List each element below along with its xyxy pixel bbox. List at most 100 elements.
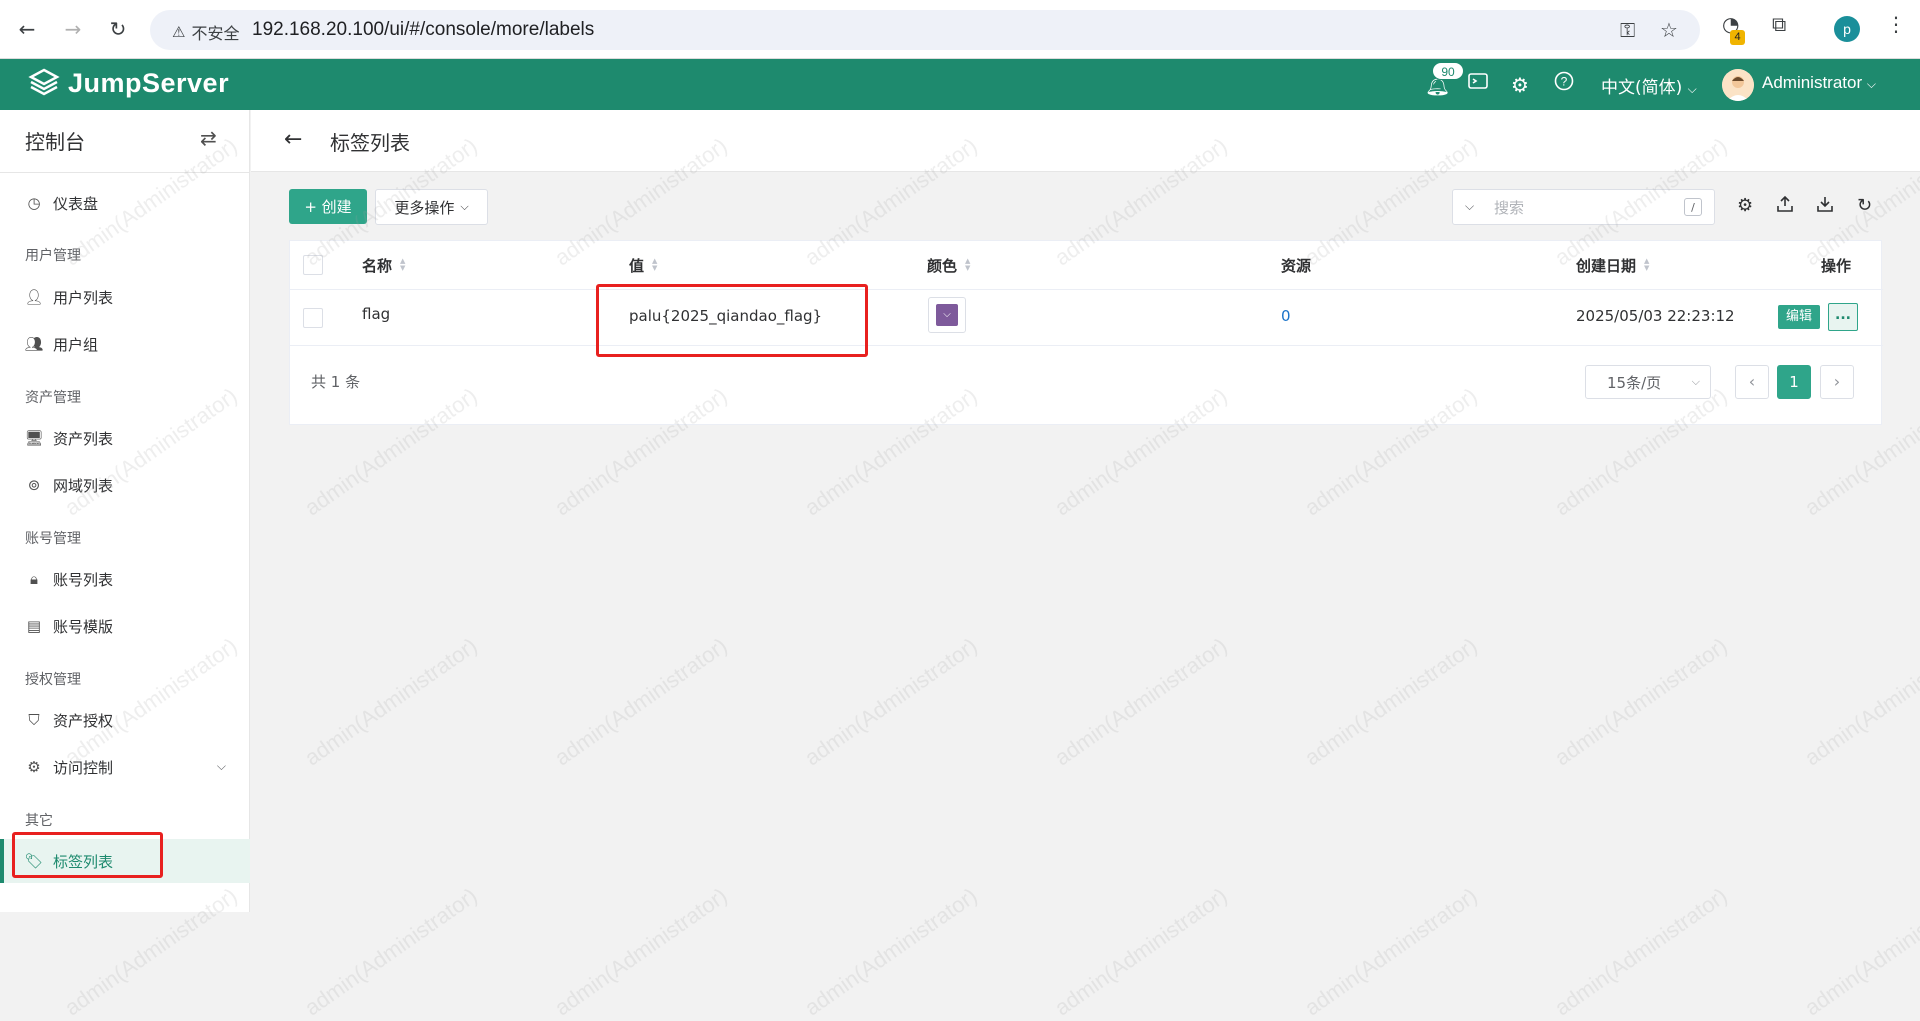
- dashboard-icon: ◷: [27, 194, 41, 212]
- toolbar: + 创建 更多操作 ⌵ ⌵ 搜索 / ⚙ ↻: [289, 189, 1882, 225]
- next-page-button[interactable]: ›: [1820, 365, 1854, 399]
- refresh-icon[interactable]: ↻: [1857, 195, 1872, 216]
- user-icon: 👤︎: [24, 288, 44, 306]
- sidebar-item-asset-list[interactable]: 🖥︎ 资产列表: [0, 416, 250, 460]
- watermark-text: admin(Administrator): [1300, 632, 1482, 771]
- column-header-created[interactable]: 创建日期 ▲ ▼: [1576, 241, 1649, 289]
- watermark-text: admin(Administrator): [300, 632, 482, 771]
- divider: [290, 289, 1883, 290]
- chevron-down-icon: ⌵: [943, 309, 951, 320]
- row-checkbox[interactable]: [303, 308, 323, 328]
- more-actions-button[interactable]: ...: [1828, 303, 1858, 331]
- watermark-text: admin(Administrator): [1050, 882, 1232, 1021]
- template-icon: ▤: [26, 617, 42, 635]
- edit-button[interactable]: 编辑: [1778, 305, 1820, 329]
- profile-avatar[interactable]: p: [1834, 16, 1860, 42]
- column-header-value[interactable]: 值 ▲ ▼: [629, 241, 657, 289]
- settings-icon[interactable]: ⚙: [1511, 73, 1529, 97]
- shield-icon: ⛉: [28, 711, 40, 729]
- chevron-down-icon[interactable]: ⌵: [1465, 199, 1474, 214]
- chevron-down-icon: ⌵: [460, 200, 469, 213]
- language-select[interactable]: 中文(简体) ⌵: [1601, 73, 1697, 98]
- key-icon[interactable]: ⚿: [1620, 18, 1635, 42]
- sort-icon[interactable]: ▲ ▼: [400, 258, 405, 272]
- sidebar-item-dashboard[interactable]: ◷ 仪表盘: [0, 181, 250, 225]
- address-bar[interactable]: ⚠ 不安全 192.168.20.100/ui/#/console/more/l…: [150, 10, 1700, 50]
- page-number-current[interactable]: 1: [1777, 365, 1811, 399]
- sidebar-item-zone-list[interactable]: ⊚ 网域列表: [0, 463, 250, 507]
- user-group-icon: 👥︎: [24, 335, 44, 353]
- app-header: JumpServer 🔔︎ 90 ⚙ ? 中文(简体) ⌵ Administra…: [0, 59, 1920, 110]
- page-header: ← 标签列表: [251, 110, 1920, 172]
- sidebar-item-account-template[interactable]: ▤ 账号模版: [0, 604, 250, 648]
- search-shortcut-hint: /: [1684, 198, 1702, 216]
- upload-icon[interactable]: [1777, 195, 1793, 218]
- watermark-text: admin(Administrator): [550, 632, 732, 771]
- sidebar-item-account-list[interactable]: 🔒︎ 账号列表: [0, 557, 250, 601]
- warning-icon: ⚠: [172, 23, 186, 41]
- star-icon[interactable]: ☆: [1660, 18, 1678, 42]
- column-header-actions: 操作: [1821, 256, 1852, 275]
- color-picker[interactable]: ⌵: [928, 297, 966, 333]
- sidebar-group-other: 其它: [25, 813, 53, 829]
- user-menu[interactable]: Administrator ⌵: [1762, 73, 1876, 93]
- select-all-checkbox[interactable]: [303, 255, 323, 275]
- column-header-color[interactable]: 颜色 ▲ ▼: [927, 241, 970, 289]
- sort-icon[interactable]: ▲ ▼: [652, 258, 657, 272]
- page-size-select[interactable]: 15条/页 ⌵: [1585, 365, 1711, 399]
- sidebar-title: 控制台: [25, 130, 85, 154]
- extensions-puzzle-icon[interactable]: ⧉: [1772, 12, 1786, 36]
- sidebar-group-perm-mgmt: 授权管理: [25, 672, 81, 688]
- page-title: 标签列表: [330, 131, 410, 155]
- security-indicator[interactable]: ⚠ 不安全: [172, 20, 239, 44]
- create-button[interactable]: + 创建: [289, 189, 367, 224]
- label-table: 名称 ▲ ▼ 值 ▲ ▼ 颜色 ▲ ▼ 资源 创建日期 ▲ ▼ 操作 flag palu…: [289, 240, 1883, 425]
- sidebar-item-access-control[interactable]: ⚙ 访问控制 ⌵: [0, 745, 250, 789]
- sidebar-item-user-group[interactable]: 👥︎ 用户组: [0, 322, 250, 366]
- sidebar-item-asset-permission[interactable]: ⛉ 资产授权: [0, 698, 250, 742]
- access-control-icon: ⚙: [27, 758, 41, 776]
- cell-value: palu{2025_qiandao_flag}: [629, 307, 823, 325]
- help-icon[interactable]: ?: [1554, 71, 1574, 96]
- sidebar: 控制台 ⇄ ◷ 仪表盘 用户管理 👤︎ 用户列表 👥︎ 用户组 资产管理 🖥︎ …: [0, 110, 250, 912]
- reload-icon[interactable]: ↻: [103, 14, 133, 44]
- search-input[interactable]: ⌵ 搜索 /: [1452, 189, 1715, 225]
- column-header-name[interactable]: 名称 ▲ ▼: [362, 241, 405, 289]
- watermark-text: admin(Administrator): [800, 632, 982, 771]
- jumpserver-logo-icon: [28, 68, 60, 96]
- user-avatar[interactable]: [1722, 69, 1754, 101]
- logo[interactable]: JumpServer: [28, 67, 229, 99]
- back-icon[interactable]: ←: [12, 14, 42, 44]
- url-text[interactable]: 192.168.20.100/ui/#/console/more/labels: [252, 19, 594, 41]
- browser-menu-icon[interactable]: ⋮: [1886, 12, 1906, 36]
- prev-page-button[interactable]: ‹: [1735, 365, 1769, 399]
- back-arrow-icon[interactable]: ←: [284, 127, 302, 152]
- sidebar-item-user-list[interactable]: 👤︎ 用户列表: [0, 275, 250, 319]
- download-icon[interactable]: [1817, 195, 1833, 218]
- more-actions-button[interactable]: 更多操作 ⌵: [375, 189, 488, 225]
- sort-icon[interactable]: ▲ ▼: [965, 258, 970, 272]
- monitor-icon: 🖥︎: [24, 429, 44, 447]
- cell-name: flag: [362, 305, 391, 323]
- forward-icon[interactable]: →: [58, 14, 88, 44]
- sidebar-group-user-mgmt: 用户管理: [25, 248, 81, 264]
- watermark-text: admin(Administrator): [550, 882, 732, 1021]
- tag-icon: 🏷︎: [24, 852, 44, 870]
- watermark-text: admin(Administrator): [300, 882, 482, 1021]
- svg-text:?: ?: [1561, 75, 1568, 89]
- switch-view-icon[interactable]: ⇄: [200, 126, 217, 150]
- terminal-icon[interactable]: [1468, 71, 1488, 96]
- logo-text: JumpServer: [68, 67, 230, 98]
- cell-resources-link[interactable]: 0: [1281, 307, 1291, 325]
- sort-icon[interactable]: ▲ ▼: [1644, 258, 1649, 272]
- watermark-text: admin(Administrator): [1800, 632, 1920, 771]
- watermark-text: admin(Administrator): [1550, 632, 1732, 771]
- chevron-down-icon: ⌵: [1691, 375, 1700, 388]
- sidebar-item-label-list[interactable]: 🏷︎ 标签列表: [0, 839, 250, 883]
- sidebar-group-account-mgmt: 账号管理: [25, 531, 81, 547]
- location-pin-icon: ⊚: [27, 476, 41, 494]
- notification-badge: 90: [1432, 62, 1464, 80]
- column-header-resources: 资源: [1281, 256, 1312, 275]
- settings-icon[interactable]: ⚙: [1737, 195, 1753, 216]
- cell-created: 2025/05/03 22:23:12: [1576, 307, 1735, 325]
